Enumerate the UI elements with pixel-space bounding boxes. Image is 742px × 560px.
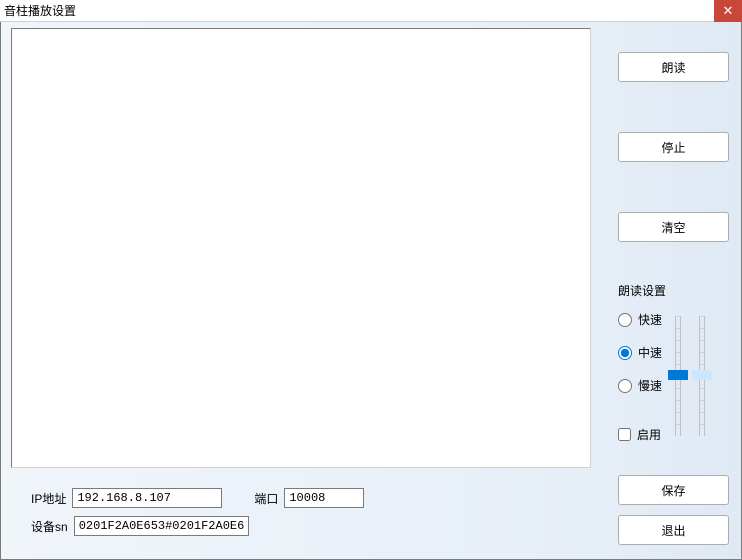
radio-medium[interactable]: 中速 (618, 344, 662, 361)
ip-input[interactable] (72, 488, 222, 508)
bottom-buttons: 保存 退出 (618, 475, 729, 547)
sliders (672, 311, 708, 441)
read-button[interactable]: 朗读 (618, 52, 729, 82)
settings-title: 朗读设置 (618, 282, 729, 299)
speed-radios: 快速 中速 慢速 启用 (618, 311, 662, 443)
radio-fast-label: 快速 (638, 311, 662, 328)
slider-1[interactable] (672, 316, 684, 436)
action-buttons: 朗读 停止 清空 (618, 52, 729, 242)
radio-medium-input[interactable] (618, 346, 632, 360)
stop-button[interactable]: 停止 (618, 132, 729, 162)
clear-button[interactable]: 清空 (618, 212, 729, 242)
port-label: 端口 (254, 490, 278, 507)
slider-2[interactable] (696, 316, 708, 436)
slider-1-thumb[interactable] (668, 370, 688, 380)
speed-settings: 快速 中速 慢速 启用 (618, 311, 729, 443)
close-icon: ✕ (723, 3, 734, 19)
enable-checkbox-row[interactable]: 启用 (618, 426, 662, 443)
close-button[interactable]: ✕ (714, 0, 742, 22)
ip-label: IP地址 (31, 490, 66, 507)
save-button[interactable]: 保存 (618, 475, 729, 505)
exit-button[interactable]: 退出 (618, 515, 729, 545)
window-title: 音柱播放设置 (4, 2, 76, 19)
radio-slow-input[interactable] (618, 379, 632, 393)
radio-medium-label: 中速 (638, 344, 662, 361)
enable-label: 启用 (637, 426, 661, 443)
slider-2-thumb[interactable] (692, 370, 712, 380)
radio-slow-label: 慢速 (638, 377, 662, 394)
radio-fast[interactable]: 快速 (618, 311, 662, 328)
content: IP地址 端口 设备sn 朗读 停止 清空 朗读设置 快速 (0, 22, 742, 560)
right-column: 朗读 停止 清空 朗读设置 快速 中速 慢速 (606, 22, 741, 559)
left-column: IP地址 端口 设备sn (1, 22, 606, 559)
ip-row: IP地址 端口 (31, 488, 606, 508)
enable-checkbox[interactable] (618, 428, 631, 441)
sn-input[interactable] (74, 516, 249, 536)
port-input[interactable] (284, 488, 364, 508)
radio-fast-input[interactable] (618, 313, 632, 327)
titlebar: 音柱播放设置 ✕ (0, 0, 742, 22)
bottom-fields: IP地址 端口 设备sn (11, 488, 606, 536)
sn-label: 设备sn (31, 518, 68, 535)
text-input-main[interactable] (11, 28, 591, 468)
radio-slow[interactable]: 慢速 (618, 377, 662, 394)
sn-row: 设备sn (31, 516, 606, 536)
